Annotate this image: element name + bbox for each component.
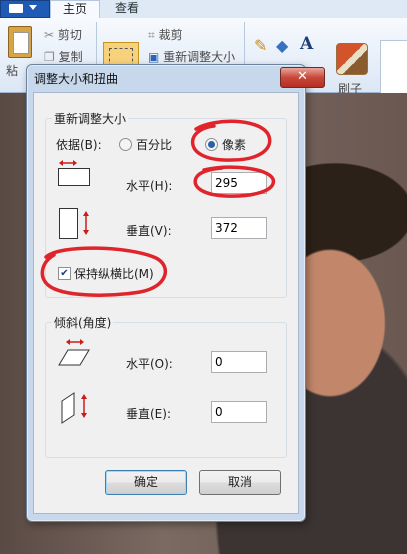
text-tool-icon[interactable]: A [300,34,320,54]
resize-skew-dialog: 调整大小和扭曲 ✕ 重新调整大小 依据(B): 百分比 像素 水平(H): 29… [26,64,325,522]
cut-label: 剪切 [57,28,82,42]
copy-icon: ❐ [44,50,55,64]
close-button[interactable]: ✕ [280,67,325,88]
crop-button[interactable]: ⌗ 裁剪 [148,26,183,43]
horizontal-resize-input[interactable]: 295 [211,172,267,194]
cancel-button[interactable]: 取消 [199,470,281,495]
resize-icon: ▣ [148,50,160,64]
vertical-skew-input[interactable]: 0 [211,401,267,423]
copy-label: 复制 [58,50,83,64]
pixels-label[interactable]: 像素 [222,136,246,153]
skew-group-title: 倾斜(角度) [52,314,114,331]
by-label: 依据(B): [56,138,102,152]
vertical-resize-label: 垂直(V): [126,224,172,238]
resize-button[interactable]: ▣ 重新调整大小 [148,48,235,65]
crop-label: 裁剪 [158,28,183,42]
dialog-client: 重新调整大小 依据(B): 百分比 像素 水平(H): 295 垂直(V): 3… [33,92,299,514]
app-menu-button[interactable] [0,0,50,18]
scissors-icon: ✂ [44,28,55,42]
vertical-resize-input[interactable]: 372 [211,217,267,239]
fill-icon[interactable]: ◆ [276,36,296,56]
percent-radio[interactable] [119,138,132,151]
tab-view[interactable]: 查看 [104,0,150,18]
paste-icon[interactable] [8,26,32,58]
brush-icon[interactable] [336,43,368,75]
crop-icon: ⌗ [148,28,155,42]
dialog-title: 调整大小和扭曲 [34,72,119,86]
horizontal-skew-input[interactable]: 0 [211,351,267,373]
percent-label[interactable]: 百分比 [136,136,172,153]
resize-label: 重新调整大小 [163,50,236,64]
pixels-radio[interactable] [205,138,218,151]
vertical-resize-icon [58,206,98,245]
tab-home[interactable]: 主页 [50,0,100,19]
horizontal-skew-icon [56,338,92,375]
vertical-skew-icon [60,389,98,428]
keep-aspect-label[interactable]: 保持纵横比(M) [74,265,154,282]
vertical-skew-label: 垂直(E): [126,407,171,421]
paste-label[interactable]: 粘 [6,62,18,79]
cut-button[interactable]: ✂ 剪切 [44,26,82,43]
ribbon-tab-bar: 主页 查看 [0,0,407,19]
horizontal-resize-label: 水平(H): [126,179,173,193]
copy-button[interactable]: ❐ 复制 [44,48,83,65]
ok-button[interactable]: 确定 [105,470,187,495]
horizontal-skew-label: 水平(O): [126,357,173,371]
resize-group-title: 重新调整大小 [52,110,129,127]
horizontal-resize-icon [56,159,92,190]
pencil-icon[interactable]: ✎ [254,36,274,56]
keep-aspect-checkbox[interactable]: ✔ [58,267,71,280]
